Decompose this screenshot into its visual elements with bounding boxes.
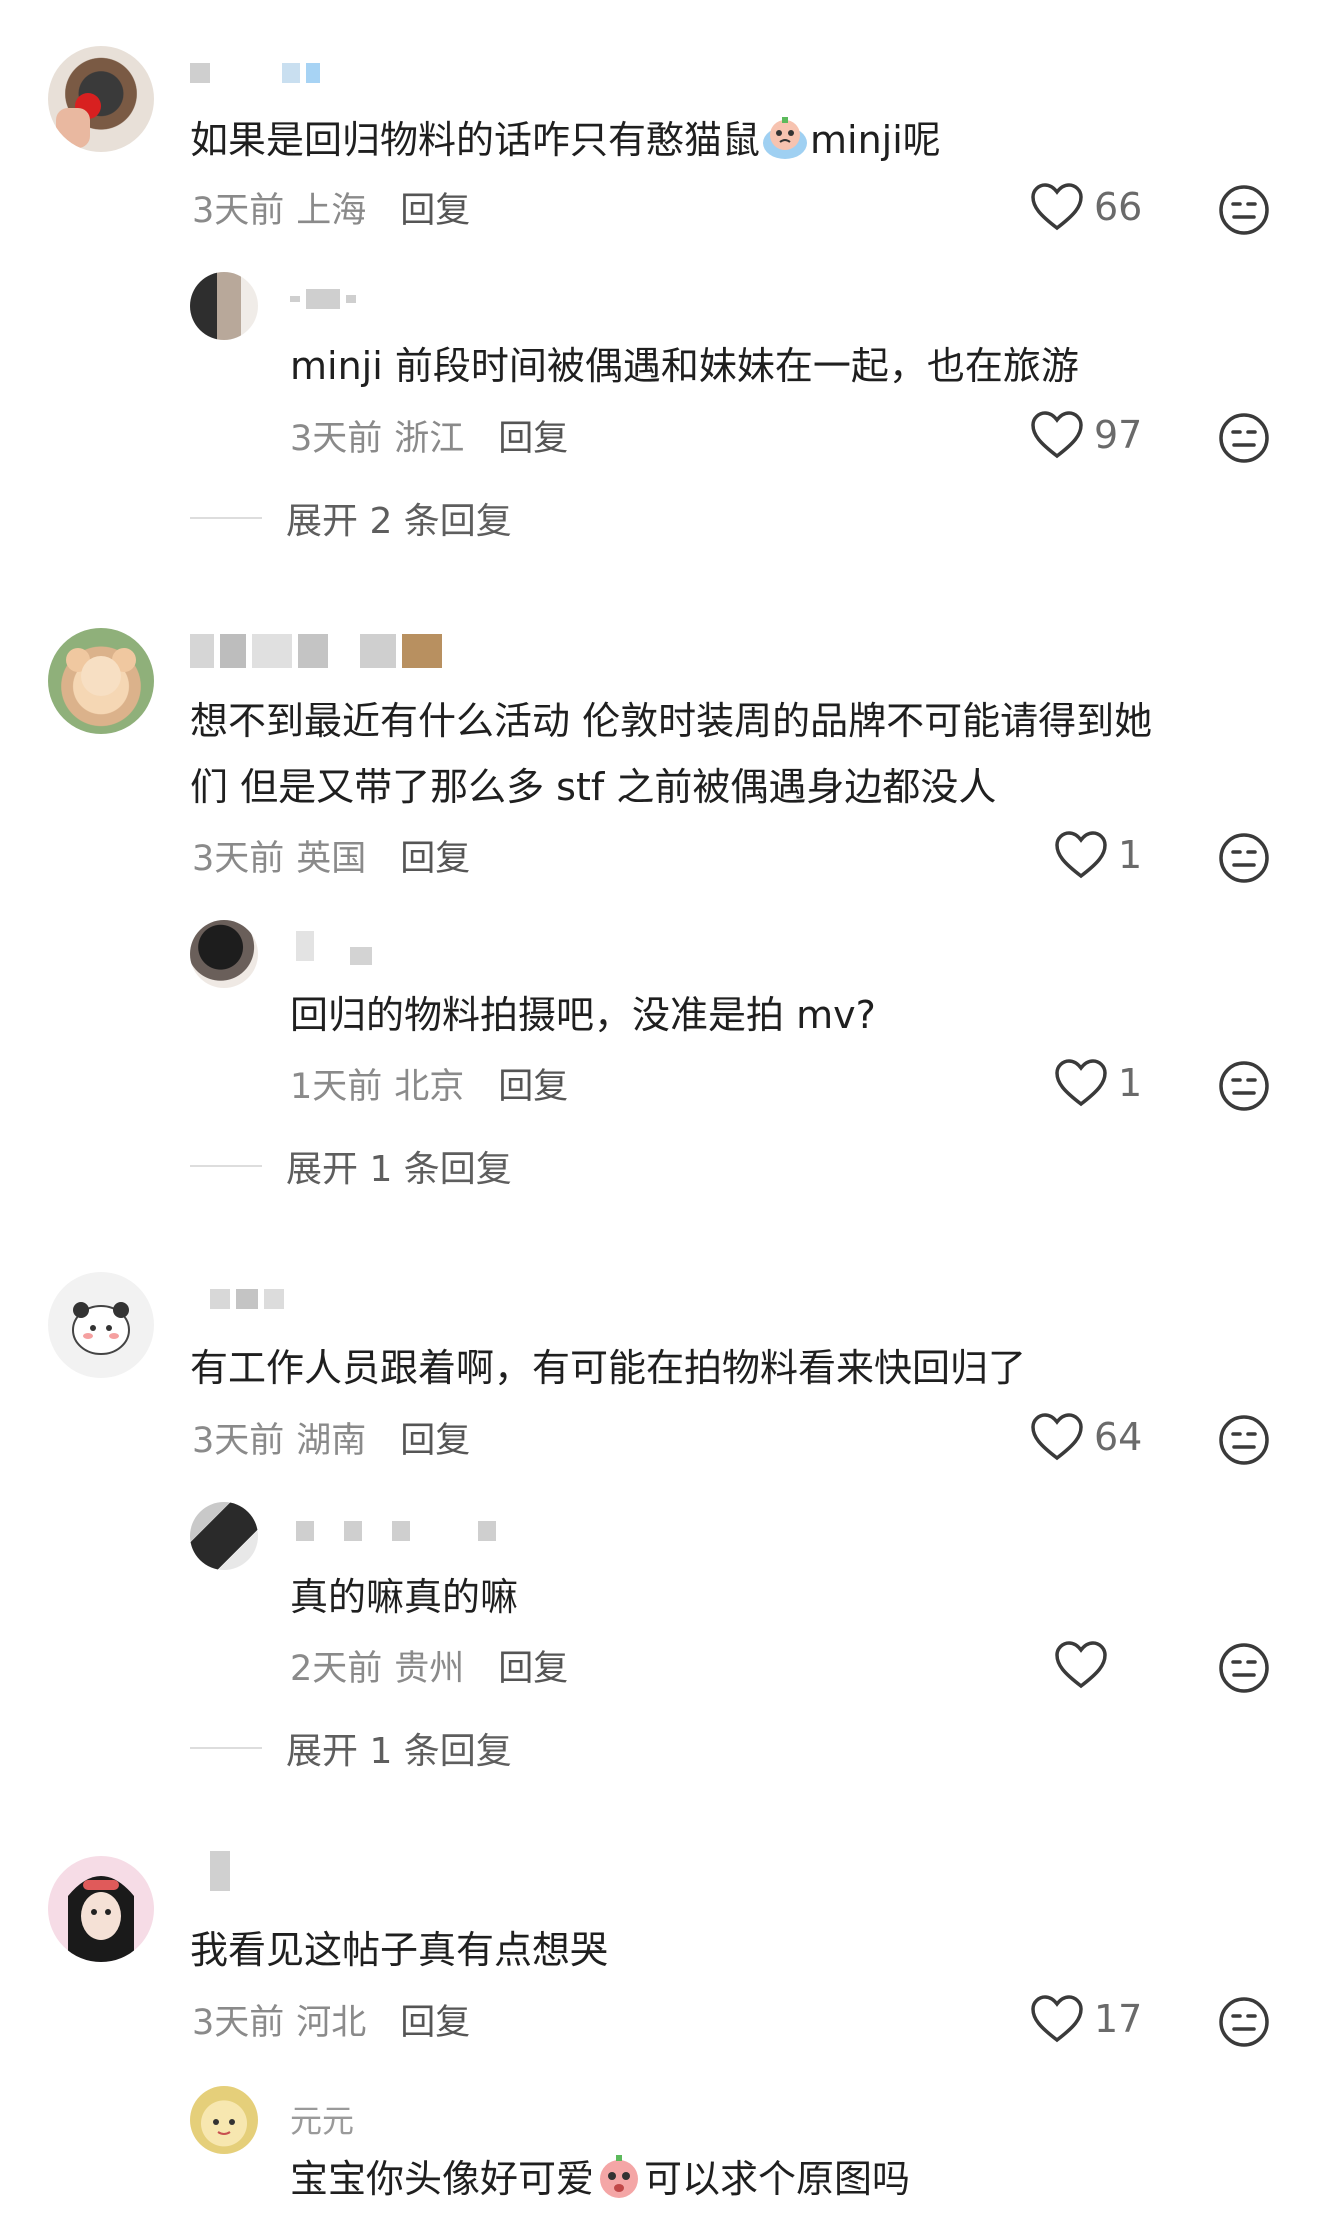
reply-location: 浙江: [394, 419, 465, 459]
reply-location: 北京: [394, 1067, 465, 1107]
divider-line: [190, 1747, 262, 1749]
reply-button[interactable]: 回复: [400, 830, 470, 881]
like-count: 1: [1118, 1061, 1143, 1105]
expand-replies-button[interactable]: 展开 2 条回复: [190, 492, 512, 544]
like-count: 1: [1118, 833, 1143, 877]
comment-time: 3天前: [192, 191, 285, 231]
comment-text: 如果是回归物料的话咋只有憨猫鼠 minji呢: [190, 107, 941, 173]
expand-replies-button[interactable]: 展开 1 条回复: [190, 1722, 512, 1774]
reply-text: 真的嘛真的嘛: [290, 1575, 519, 1619]
heart-icon: [1055, 1641, 1107, 1689]
comment-location: 英国: [296, 839, 367, 879]
comment-text: 有工作人员跟着啊，有可能在拍物料看来快回归了: [190, 1346, 1027, 1390]
reply-meta: 2天前 贵州 回复: [290, 1640, 568, 1691]
heart-icon: [1031, 183, 1083, 231]
comment-text: 想不到最近有什么活动 伦敦时装周的品牌不可能请得到她 们 但是又带了那么多 st…: [190, 699, 1153, 809]
reply-avatar[interactable]: [190, 1502, 258, 1570]
reply-button[interactable]: 回复: [400, 1412, 470, 1463]
like-button[interactable]: 97: [1030, 410, 1142, 460]
comment-time: 3天前: [192, 2003, 285, 2043]
reply-text: 宝宝你头像好可爱 可以求个原图吗: [290, 2146, 910, 2212]
reply-avatar[interactable]: [190, 2086, 258, 2154]
like-count: 17: [1094, 1997, 1143, 2041]
like-count: 64: [1094, 1415, 1143, 1459]
meh-face-icon[interactable]: [1218, 412, 1270, 464]
username-blurred[interactable]: [190, 634, 442, 668]
reply-meta: 1天前 北京 回复: [290, 1058, 568, 1109]
comment-meta: 3天前 英国 回复: [192, 830, 470, 881]
heart-icon: [1055, 831, 1107, 879]
like-count: 97: [1094, 413, 1143, 457]
like-count: 66: [1094, 185, 1143, 229]
comment-meta: 3天前 湖南 回复: [192, 1412, 470, 1463]
reply-username-blurred[interactable]: [296, 1520, 496, 1542]
reply-button[interactable]: 回复: [498, 1058, 568, 1109]
meh-face-icon[interactable]: [1218, 184, 1270, 236]
expand-replies-label: 展开 1 条回复: [286, 1149, 512, 1190]
crying-emoji-icon: [594, 2152, 644, 2202]
reply-text: 回归的物料拍摄吧，没准是拍 mv?: [290, 993, 876, 1037]
avatar[interactable]: [48, 1272, 154, 1378]
reply-button[interactable]: 回复: [498, 1640, 568, 1691]
reply-text: minji 前段时间被偶遇和妹妹在一起，也在旅游: [290, 344, 1079, 388]
comment-time: 3天前: [192, 1421, 285, 1461]
meh-face-icon[interactable]: [1218, 1642, 1270, 1694]
meh-face-icon[interactable]: [1218, 1060, 1270, 1112]
username-blurred[interactable]: [190, 62, 320, 84]
like-button[interactable]: 17: [1030, 1994, 1142, 2044]
like-button[interactable]: [1054, 1640, 1118, 1690]
meh-face-icon[interactable]: [1218, 1996, 1270, 2048]
divider-line: [190, 1165, 262, 1167]
comment-text: 我看见这帖子真有点想哭: [190, 1928, 609, 1972]
comment-time: 3天前: [192, 839, 285, 879]
reply-time: 2天前: [290, 1649, 383, 1689]
username-blurred[interactable]: [210, 1851, 230, 1891]
comment-location: 上海: [296, 191, 367, 231]
reply-username[interactable]: 元元: [290, 2096, 354, 2142]
reply-avatar[interactable]: [190, 920, 258, 988]
reply-time: 3天前: [290, 419, 383, 459]
comment-location: 湖南: [296, 1421, 367, 1461]
heart-icon: [1031, 1995, 1083, 2043]
reply-time: 1天前: [290, 1067, 383, 1107]
reply-location: 贵州: [394, 1649, 465, 1689]
reply-meta: 3天前 浙江 回复: [290, 410, 568, 461]
reply-username-blurred[interactable]: [296, 931, 372, 965]
divider-line: [190, 517, 262, 519]
meh-face-icon[interactable]: [1218, 832, 1270, 884]
crying-emoji-icon: [760, 113, 810, 163]
username-blurred[interactable]: [210, 1288, 284, 1310]
expand-replies-button[interactable]: 展开 1 条回复: [190, 1140, 512, 1192]
like-button[interactable]: 1: [1054, 830, 1142, 880]
expand-replies-label: 展开 1 条回复: [286, 1731, 512, 1772]
reply-avatar[interactable]: [190, 272, 258, 340]
expand-replies-label: 展开 2 条回复: [286, 501, 512, 542]
like-button[interactable]: 64: [1030, 1412, 1142, 1462]
heart-icon: [1031, 411, 1083, 459]
like-button[interactable]: 66: [1030, 182, 1142, 232]
avatar[interactable]: [48, 1856, 154, 1962]
heart-icon: [1055, 1059, 1107, 1107]
like-button[interactable]: 1: [1054, 1058, 1142, 1108]
comment-meta: 3天前 河北 回复: [192, 1994, 470, 2045]
avatar[interactable]: [48, 46, 154, 152]
heart-icon: [1031, 1413, 1083, 1461]
meh-face-icon[interactable]: [1218, 1414, 1270, 1466]
reply-username-blurred[interactable]: [290, 288, 356, 310]
reply-button[interactable]: 回复: [400, 182, 470, 233]
reply-button[interactable]: 回复: [400, 1994, 470, 2045]
comment-meta: 3天前 上海 回复: [192, 182, 470, 233]
avatar[interactable]: [48, 628, 154, 734]
reply-button[interactable]: 回复: [498, 410, 568, 461]
comment-location: 河北: [296, 2003, 367, 2043]
